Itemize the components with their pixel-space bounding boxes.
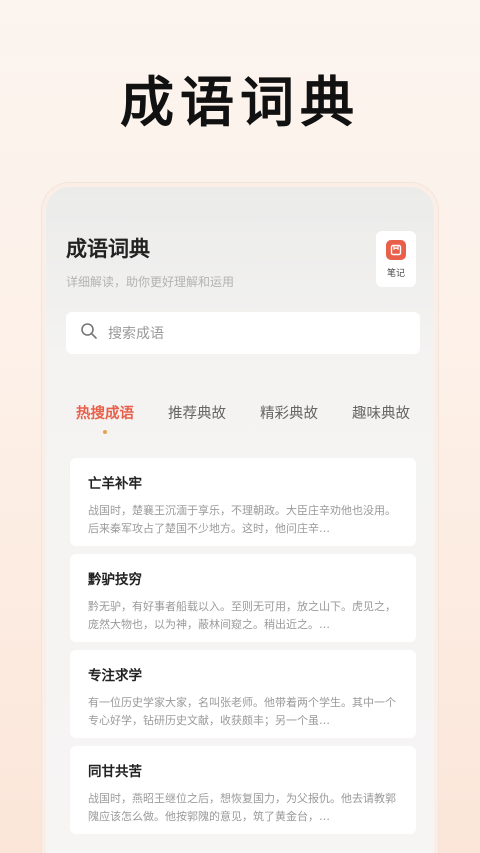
idiom-card[interactable]: 亡羊补牢 战国时，楚襄王沉湎于享乐，不理朝政。大臣庄辛劝他也没用。后来秦军攻占了… (70, 458, 416, 546)
notebook-icon (386, 239, 406, 260)
app-title: 成语词典 (66, 237, 150, 261)
active-tab-indicator (103, 430, 107, 434)
tab-hot-idioms[interactable]: 热搜成语 (76, 402, 134, 434)
tab-label: 推荐典故 (168, 406, 226, 422)
app-subtitle: 详细解读，助你更好理解和运用 (66, 275, 235, 289)
search-input[interactable]: 搜索成语 (66, 312, 420, 354)
tab-fun-stories[interactable]: 趣味典故 (352, 402, 410, 423)
app-screen: 成语词典 详细解读，助你更好理解和运用 笔记 搜索成语 热搜成语 推荐典故 精彩… (46, 187, 434, 853)
idiom-title: 亡羊补牢 (88, 476, 142, 492)
idiom-excerpt: 有一位历史学家大家，名叫张老师。他带着两个学生。其中一个专心好学，钻研历史文献，… (88, 696, 396, 727)
tab-label: 趣味典故 (352, 406, 410, 422)
idiom-card[interactable]: 黔驴技穷 黔无驴，有好事者船载以入。至则无可用，放之山下。虎见之，庞然大物也，以… (70, 554, 416, 642)
idiom-title: 同甘共苦 (88, 764, 142, 780)
idiom-excerpt: 战国时，楚襄王沉湎于享乐，不理朝政。大臣庄辛劝他也没用。后来秦军攻占了楚国不少地… (88, 504, 396, 535)
tab-recommended-stories[interactable]: 推荐典故 (168, 402, 226, 423)
idiom-title: 黔驴技穷 (88, 572, 142, 588)
tab-label: 精彩典故 (260, 406, 318, 422)
tab-featured-stories[interactable]: 精彩典故 (260, 402, 318, 423)
idiom-excerpt: 战国时，燕昭王继位之后，想恢复国力，为父报仇。他去请教郭隗应该怎么做。他按郭隗的… (88, 792, 396, 823)
idiom-card[interactable]: 专注求学 有一位历史学家大家，名叫张老师。他带着两个学生。其中一个专心好学，钻研… (70, 650, 416, 738)
idiom-excerpt: 黔无驴，有好事者船载以入。至则无可用，放之山下。虎见之，庞然大物也，以为神，蔽林… (88, 600, 396, 631)
search-placeholder: 搜索成语 (108, 326, 164, 342)
phone-frame: 成语词典 详细解读，助你更好理解和运用 笔记 搜索成语 热搜成语 推荐典故 精彩… (42, 183, 438, 853)
search-icon (80, 322, 98, 344)
category-tabs: 热搜成语 推荐典故 精彩典故 趣味典故 (76, 402, 410, 434)
idiom-title: 专注求学 (88, 668, 142, 684)
promo-title: 成语词典 (120, 71, 360, 134)
notes-label: 笔记 (386, 268, 405, 279)
idiom-card[interactable]: 同甘共苦 战国时，燕昭王继位之后，想恢复国力，为父报仇。他去请教郭隗应该怎么做。… (70, 746, 416, 834)
tab-label: 热搜成语 (76, 406, 134, 422)
notes-button[interactable]: 笔记 (376, 231, 416, 287)
